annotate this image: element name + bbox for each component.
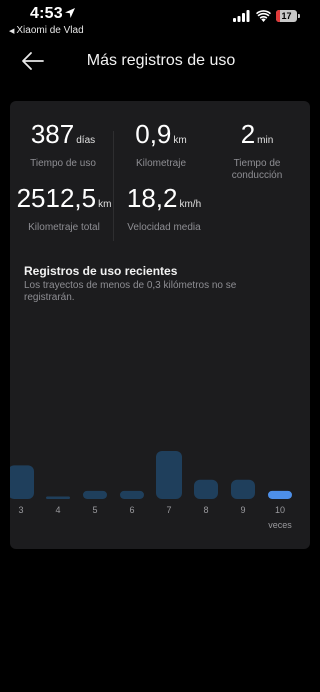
recent-records-description: Los trayectos de menos de 0,3 kilómetros… xyxy=(24,280,237,303)
back-to-app-link[interactable]: ◀ Xiaomi de Vlad xyxy=(9,25,84,36)
chart-tick-label: 7 xyxy=(166,505,171,515)
stat-mileage-unit: km xyxy=(173,135,187,146)
chart-bar[interactable] xyxy=(83,490,107,499)
stat-drive-time-unit: min xyxy=(257,135,274,146)
chart-bar[interactable] xyxy=(194,479,218,499)
chart-bar[interactable] xyxy=(120,490,144,499)
chart-tick-label: 3 xyxy=(18,505,23,515)
chart-tick-label: 8 xyxy=(203,505,208,515)
stat-drive-time: 2 min Tiempo de conducción xyxy=(216,119,298,182)
stat-total-mileage-value: 2512,5 xyxy=(16,183,97,213)
stat-days-label: Tiempo de uso xyxy=(30,158,96,169)
battery-icon: 17 xyxy=(276,10,300,22)
stat-mileage: 0,9 km Kilometraje xyxy=(121,119,201,170)
status-time: 4:53 xyxy=(30,5,63,22)
nav-bar: Más registros de uso xyxy=(0,44,320,80)
page-title: Más registros de uso xyxy=(86,52,236,69)
chart-tick-label: 4 xyxy=(55,505,60,515)
stat-avg-speed: 18,2 km/h Velocidad media xyxy=(119,183,209,234)
battery-body: 17 xyxy=(276,10,297,22)
battery-nub xyxy=(298,14,300,18)
status-bar: 4:53 ◀ Xiaomi de Vlad 17 xyxy=(0,0,320,40)
chart-bar[interactable] xyxy=(231,479,255,499)
chart-tick-label: 9 xyxy=(240,505,245,515)
stat-days-unit: días xyxy=(76,135,96,146)
chart-tick-label: 6 xyxy=(129,505,134,515)
stat-drive-time-label: Tiempo de conducción xyxy=(231,158,283,181)
back-app-label: Xiaomi de Vlad xyxy=(16,25,84,36)
cellular-signal-icon xyxy=(233,10,250,22)
chart-bar[interactable] xyxy=(46,496,70,500)
chart-tick-label: 10 xyxy=(275,505,285,515)
battery-level: 17 xyxy=(281,11,292,21)
usage-bar-chart[interactable]: 3 4 5 6 7 8 9 10 veces xyxy=(10,431,310,531)
stat-days: 387 días Tiempo de uso xyxy=(18,119,108,170)
stat-drive-time-value: 2 xyxy=(240,119,256,149)
usage-card: 387 días Tiempo de uso 0,9 km Kilometraje … xyxy=(10,101,310,549)
stat-avg-speed-value: 18,2 xyxy=(126,183,178,213)
stat-total-mileage-unit: km xyxy=(98,199,112,210)
stat-days-value: 387 xyxy=(30,119,75,149)
chart-bar[interactable] xyxy=(10,465,34,499)
stat-avg-speed-unit: km/h xyxy=(179,199,202,210)
chart-tick-label: 5 xyxy=(92,505,97,515)
chart-bar[interactable] xyxy=(156,451,182,499)
location-arrow-icon xyxy=(65,8,75,18)
wifi-icon xyxy=(256,10,271,22)
chart-unit-label: veces xyxy=(268,520,292,530)
chart-bar[interactable] xyxy=(268,490,292,499)
back-triangle-icon: ◀ xyxy=(9,28,15,35)
stat-total-mileage: 2512,5 km Kilometraje total xyxy=(12,183,116,234)
stat-mileage-value: 0,9 xyxy=(135,119,172,149)
stat-mileage-label: Kilometraje xyxy=(135,158,187,169)
stat-avg-speed-label: Velocidad media xyxy=(127,222,201,233)
recent-records-title: Registros de uso recientes xyxy=(24,264,178,278)
stat-total-mileage-label: Kilometraje total xyxy=(28,222,100,233)
